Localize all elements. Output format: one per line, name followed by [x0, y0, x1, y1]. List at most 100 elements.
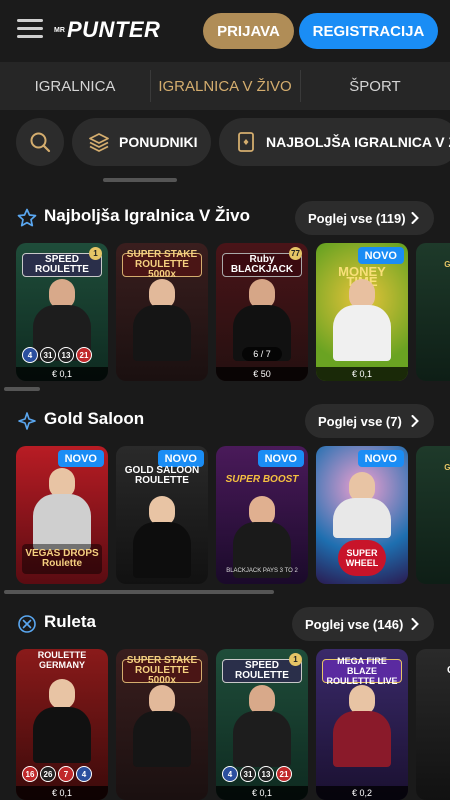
stake-bar: € 0,1: [216, 786, 308, 800]
tab-igralnica-v-zivo[interactable]: IGRALNICA V ŽIVO: [150, 62, 300, 110]
stake-bar: € 50: [216, 367, 308, 381]
logo-text: PUNTER: [67, 17, 161, 42]
see-all-label: Poglej vse (7): [318, 413, 402, 429]
players-badge: 1: [289, 653, 302, 666]
section-header: Gold Saloon Poglej vse (7): [0, 404, 450, 438]
roulette-icon: [18, 615, 36, 633]
main-tabs: IGRALNICA IGRALNICA V ŽIVO ŠPORT: [0, 62, 450, 110]
number-chip: 21: [76, 347, 92, 363]
dealer-body: [133, 711, 191, 767]
stake-value: € 0,1: [251, 788, 273, 798]
section-title: Najboljša Igralnica V Živo: [44, 206, 250, 225]
register-button[interactable]: REGISTRACIJA: [299, 13, 438, 49]
number-chip: 4: [22, 347, 38, 363]
game-row: NOVO VEGAS DROPS Roulette NOVO GOLD SALO…: [0, 446, 450, 584]
number-chip: 7: [58, 766, 74, 782]
best-live-casino-label: NAJBOLJŠA IGRALNICA V ŽIVO: [266, 134, 450, 150]
recent-numbers: 4 31 13 21: [22, 347, 94, 363]
logo-prefix: MR: [54, 26, 65, 34]
game-card[interactable]: NOVO MONEY TIME € 0,1: [316, 243, 408, 381]
providers-label: PONUDNIKI: [119, 134, 198, 150]
game-logo: VEGAS DROPS Roulette: [22, 544, 102, 574]
stake-value: € 0,1: [351, 369, 373, 379]
game-logo: GOLD SALOON ROULETTE: [124, 465, 200, 486]
game-card[interactable]: ROULETTE GERMANY 16 26 7 4 € 0,1: [16, 649, 108, 800]
filter-chips: PONUDNIKI NAJBOLJŠA IGRALNICA V ŽIVO: [0, 118, 450, 168]
game-logo: SUPER WHEEL: [338, 540, 386, 576]
chevron-right-icon: [411, 212, 419, 224]
new-badge: NOVO: [357, 450, 404, 467]
stake-bar: € 0,1: [16, 786, 108, 800]
chevron-right-icon: [411, 415, 419, 427]
game-logo: GOLD ROU: [420, 659, 450, 683]
section-header: Ruleta Poglej vse (146): [0, 607, 450, 641]
section-title: Ruleta: [44, 612, 96, 631]
game-card[interactable]: MEGA FIRE BLAZE ROULETTE LIVE € 0,2: [316, 649, 408, 800]
search-button[interactable]: [16, 118, 64, 166]
stake-bar: € 0,2: [316, 786, 408, 800]
number-chip: 13: [58, 347, 74, 363]
see-all-label: Poglej vse (146): [305, 616, 404, 632]
new-badge: NOVO: [257, 450, 304, 467]
game-row: ROULETTE GERMANY 16 26 7 4 € 0,1 SUPER S…: [0, 649, 450, 800]
game-card[interactable]: NOVO SUPER WHEEL: [316, 446, 408, 584]
top-header: MR PUNTER PRIJAVA REGISTRACIJA: [0, 0, 450, 62]
tab-sport[interactable]: ŠPORT: [300, 62, 450, 110]
section-header: Najboljša Igralnica V Živo Poglej vse (1…: [0, 201, 450, 235]
diamond-icon: [18, 412, 36, 430]
dealer-body: [333, 305, 391, 361]
number-chip: 31: [240, 766, 256, 782]
card-icon: [238, 132, 254, 152]
game-card[interactable]: GOLD SALOON: [416, 446, 450, 584]
dealer-body: [133, 305, 191, 361]
chips-scrollbar[interactable]: [103, 178, 177, 182]
table-rule-text: BLACKJACK PAYS 3 TO 2: [226, 568, 298, 574]
dealer-body: [33, 494, 91, 550]
menu-icon[interactable]: [17, 19, 43, 41]
game-card[interactable]: NOVO SUPER BOOST BLACKJACK PAYS 3 TO 2: [216, 446, 308, 584]
number-chip: 31: [40, 347, 56, 363]
game-card[interactable]: SPEED ROULETTE 1 4 31 13 21 € 0,1: [216, 649, 308, 800]
stake-bar: € 0,1: [16, 367, 108, 381]
best-live-casino-chip[interactable]: NAJBOLJŠA IGRALNICA V ŽIVO: [219, 118, 450, 166]
providers-chip[interactable]: PONUDNIKI: [72, 118, 211, 166]
search-icon: [30, 132, 51, 153]
game-row: SPEED ROULETTE 1 4 31 13 21 € 0,1 SUPER …: [0, 243, 450, 381]
tab-igralnica[interactable]: IGRALNICA: [0, 62, 150, 110]
game-logo: GOLD SALOON: [444, 260, 450, 269]
dealer-head: [49, 679, 75, 709]
row-scrollbar[interactable]: [4, 387, 40, 391]
game-card[interactable]: NOVO GOLD SALOON ROULETTE: [116, 446, 208, 584]
dealer-body: [133, 522, 191, 578]
row-scrollbar[interactable]: [4, 590, 274, 594]
game-card[interactable]: SUPER STAKE ROULETTE 5000x: [116, 649, 208, 800]
game-card[interactable]: GOLD ROU: [416, 649, 450, 800]
dealer-body: [233, 711, 291, 767]
brand-logo[interactable]: MR PUNTER: [54, 17, 160, 43]
new-badge: NOVO: [57, 450, 104, 467]
star-icon: [17, 208, 37, 227]
game-card[interactable]: SUPER STAKE ROULETTE 5000x: [116, 243, 208, 381]
dealer-body: [333, 498, 391, 538]
see-all-label: Poglej vse (119): [308, 210, 406, 226]
game-logo: MEGA FIRE BLAZE ROULETTE LIVE: [322, 656, 402, 686]
game-card[interactable]: NOVO VEGAS DROPS Roulette: [16, 446, 108, 584]
see-all-button[interactable]: Poglej vse (119): [295, 201, 434, 235]
players-badge: 1: [89, 247, 102, 260]
game-card[interactable]: SPEED ROULETTE 1 4 31 13 21 € 0,1: [16, 243, 108, 381]
game-logo: SUPER STAKE ROULETTE 5000x: [122, 250, 202, 280]
login-button[interactable]: PRIJAVA: [203, 13, 294, 49]
game-logo: ROULETTE GERMANY: [37, 650, 87, 670]
players-badge: 77: [289, 247, 302, 260]
see-all-button[interactable]: Poglej vse (146): [292, 607, 434, 641]
see-all-button[interactable]: Poglej vse (7): [305, 404, 434, 438]
number-chip: 4: [76, 766, 92, 782]
recent-numbers: 4 31 13 21: [222, 766, 294, 782]
recent-numbers: 16 26 7 4: [22, 766, 94, 782]
stake-value: € 50: [253, 369, 271, 379]
game-card[interactable]: GOLD SALOON: [416, 243, 450, 381]
game-logo: GOLD SALOON: [444, 463, 450, 472]
dealer-body: [33, 707, 91, 763]
new-badge: NOVO: [357, 247, 404, 264]
game-card[interactable]: Ruby BLACKJACK 77 6 / 7 € 50: [216, 243, 308, 381]
